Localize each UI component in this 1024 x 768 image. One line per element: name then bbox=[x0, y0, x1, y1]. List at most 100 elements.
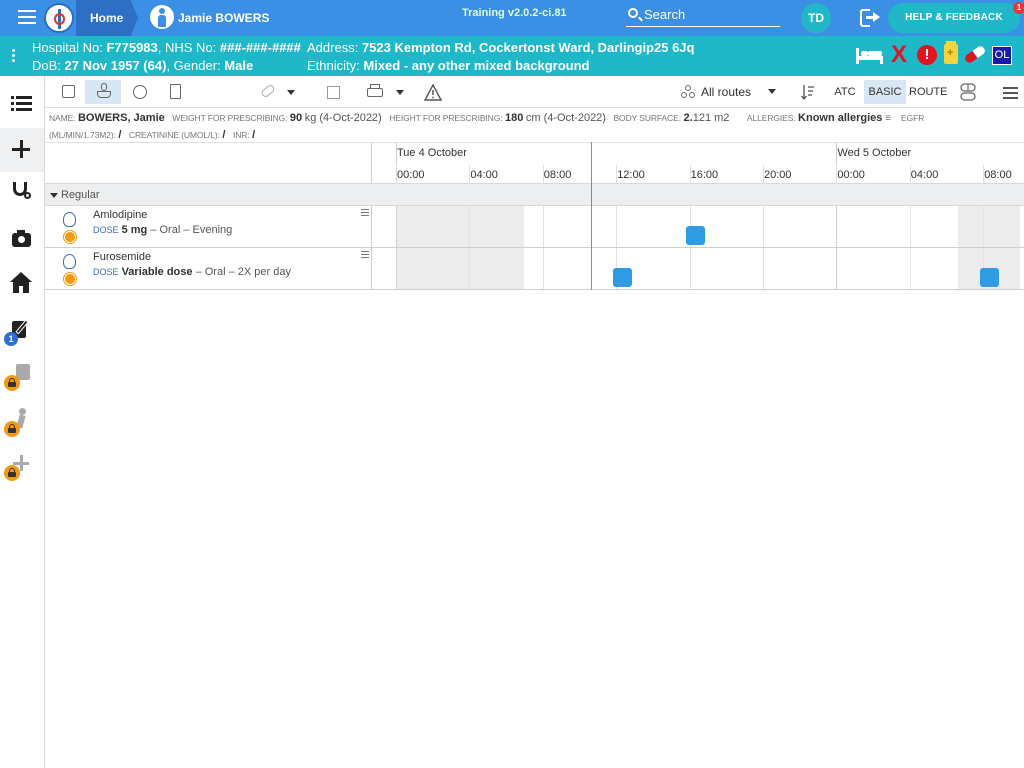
print-dropdown[interactable] bbox=[359, 80, 407, 104]
logout-icon[interactable] bbox=[860, 9, 880, 27]
help-notification-badge: 1 bbox=[1013, 2, 1024, 14]
hamburger-menu-icon[interactable] bbox=[1003, 87, 1018, 102]
home-icon[interactable] bbox=[0, 262, 44, 306]
timeline-hour-label: 20:00 bbox=[764, 169, 792, 181]
medication-dose: DOSE Variable dose – Oral – 2X per day bbox=[93, 266, 291, 278]
calendar-add-icon bbox=[327, 86, 340, 99]
nhs-number: ###-###-#### bbox=[219, 40, 301, 55]
camera-icon[interactable] bbox=[0, 218, 44, 262]
timeline-gridline bbox=[689, 248, 691, 289]
hand-pill-icon bbox=[97, 91, 111, 98]
medication-jar-icon[interactable] bbox=[944, 41, 958, 64]
help-feedback-button[interactable]: HELP & FEEDBACK bbox=[888, 3, 1020, 33]
user-avatar[interactable]: TD bbox=[801, 3, 831, 33]
timeline-hour-label: 00:00 bbox=[397, 169, 425, 181]
dob-value: 27 Nov 1957 (64) bbox=[64, 58, 167, 73]
locked-walking-icon[interactable] bbox=[0, 398, 44, 442]
timeline-hour-label: 00:00 bbox=[837, 169, 865, 181]
lock-icon bbox=[4, 421, 20, 437]
timeline-day-label: Wed 5 October bbox=[837, 147, 912, 159]
search-input[interactable]: Search bbox=[626, 5, 780, 27]
list-icon[interactable] bbox=[0, 82, 44, 126]
banner-ids: Hospital No: F775983, NHS No: ###-###-##… bbox=[32, 40, 301, 55]
search-label: Search bbox=[644, 7, 686, 22]
timeline-gridline bbox=[909, 206, 911, 247]
view-basic-button[interactable]: BASIC bbox=[864, 80, 906, 104]
hospital-number: F775983 bbox=[106, 40, 158, 55]
group-regular[interactable]: Regular bbox=[45, 184, 1024, 206]
timeline-gridline bbox=[983, 206, 985, 247]
add-icon[interactable] bbox=[0, 128, 44, 172]
timeline-gridline bbox=[469, 248, 471, 289]
timeline-hour-tick bbox=[836, 165, 838, 185]
patient-name[interactable]: Jamie BOWERS bbox=[178, 11, 269, 25]
chevron-down-icon bbox=[396, 90, 404, 95]
capsules-icon[interactable] bbox=[960, 83, 976, 101]
info-weight: 90 bbox=[289, 112, 303, 124]
info-name: BOWERS, Jamie bbox=[77, 112, 165, 124]
timeline-hour-tick bbox=[616, 165, 618, 185]
warning-icon bbox=[424, 84, 442, 101]
warnings-button[interactable] bbox=[415, 80, 451, 104]
chevron-down-icon[interactable] bbox=[768, 89, 776, 94]
add-medication-dropdown[interactable] bbox=[250, 80, 298, 104]
info-creatinine: / bbox=[222, 129, 226, 141]
build-version: Training v2.0.2-ci.81 bbox=[462, 7, 567, 19]
administration-marker[interactable] bbox=[686, 226, 706, 245]
timeline-day-label: Tue 4 October bbox=[397, 147, 467, 159]
timeline-hour-tick bbox=[689, 165, 691, 185]
timeline-hour-label: 12:00 bbox=[617, 169, 645, 181]
address-value: 7523 Kempton Rd, Cockertonst Ward, Darli… bbox=[361, 40, 695, 55]
more-vertical-icon[interactable] bbox=[12, 49, 16, 64]
stethoscope-icon[interactable] bbox=[0, 172, 44, 216]
sort-icon[interactable] bbox=[801, 84, 815, 100]
medication-row[interactable]: Furosemide DOSE Variable dose – Oral – 2… bbox=[45, 248, 1024, 290]
app-logo[interactable] bbox=[44, 3, 74, 33]
medication-row[interactable]: Amlodipine DOSE 5 mg – Oral – Evening bbox=[45, 206, 1024, 248]
medication-type-icon bbox=[61, 254, 81, 286]
chart-view-button[interactable] bbox=[49, 80, 85, 104]
view-atc-button[interactable]: ATC bbox=[831, 80, 859, 104]
medication-info[interactable]: Amlodipine DOSE 5 mg – Oral – Evening bbox=[45, 206, 372, 248]
administer-button[interactable] bbox=[85, 80, 121, 104]
bed-icon[interactable] bbox=[856, 46, 883, 64]
locked-clipboard-icon[interactable] bbox=[0, 352, 44, 396]
close-x-icon[interactable]: X bbox=[891, 43, 907, 67]
edit-note-icon[interactable]: 1 bbox=[0, 308, 44, 352]
document-button[interactable] bbox=[157, 80, 193, 104]
timeline-start-line bbox=[396, 206, 397, 247]
night-shading bbox=[396, 248, 525, 289]
row-menu-icon[interactable] bbox=[361, 251, 369, 260]
hamburger-menu-icon[interactable] bbox=[18, 10, 36, 26]
timeline-hour-tick bbox=[396, 165, 397, 185]
chevron-down-icon[interactable] bbox=[50, 193, 58, 198]
home-label[interactable]: Home bbox=[90, 11, 123, 25]
row-menu-icon[interactable] bbox=[361, 209, 369, 218]
medication-info[interactable]: Furosemide DOSE Variable dose – Oral – 2… bbox=[45, 248, 372, 290]
locked-add-icon[interactable] bbox=[0, 442, 44, 486]
timeline-gridline bbox=[836, 248, 838, 289]
medication-timeline: Tue 4 October Wed 5 October 00:00 04:00 08:0… bbox=[45, 142, 1024, 292]
routes-filter-select[interactable]: All routes bbox=[701, 85, 751, 99]
top-bar: Home Jamie BOWERS Training v2.0.2-ci.81 … bbox=[0, 0, 1024, 36]
night-shading bbox=[396, 206, 525, 247]
calendar-add-button[interactable] bbox=[315, 80, 351, 104]
ol-badge[interactable]: OL bbox=[992, 46, 1012, 65]
left-nav: 1 bbox=[0, 76, 45, 768]
timeline-gridline bbox=[763, 248, 764, 289]
lock-icon bbox=[4, 465, 20, 481]
allergies-menu-icon[interactable]: ≡ bbox=[882, 113, 891, 124]
current-time-line bbox=[591, 142, 592, 290]
alert-icon[interactable]: ! bbox=[917, 45, 937, 65]
notes-count-badge: 1 bbox=[4, 332, 18, 346]
administration-marker[interactable] bbox=[612, 268, 632, 287]
medication-type-icon bbox=[61, 212, 81, 244]
timeline-gridline bbox=[836, 206, 838, 247]
administration-marker[interactable] bbox=[979, 268, 999, 287]
document-icon bbox=[170, 84, 181, 99]
timeline-hour-label: 04:00 bbox=[910, 169, 939, 181]
info-allergies[interactable]: Known allergies bbox=[798, 112, 882, 124]
timeline-hour-tick bbox=[763, 165, 764, 185]
view-route-button[interactable]: ROUTE bbox=[909, 80, 948, 104]
stop-button[interactable] bbox=[121, 80, 157, 104]
